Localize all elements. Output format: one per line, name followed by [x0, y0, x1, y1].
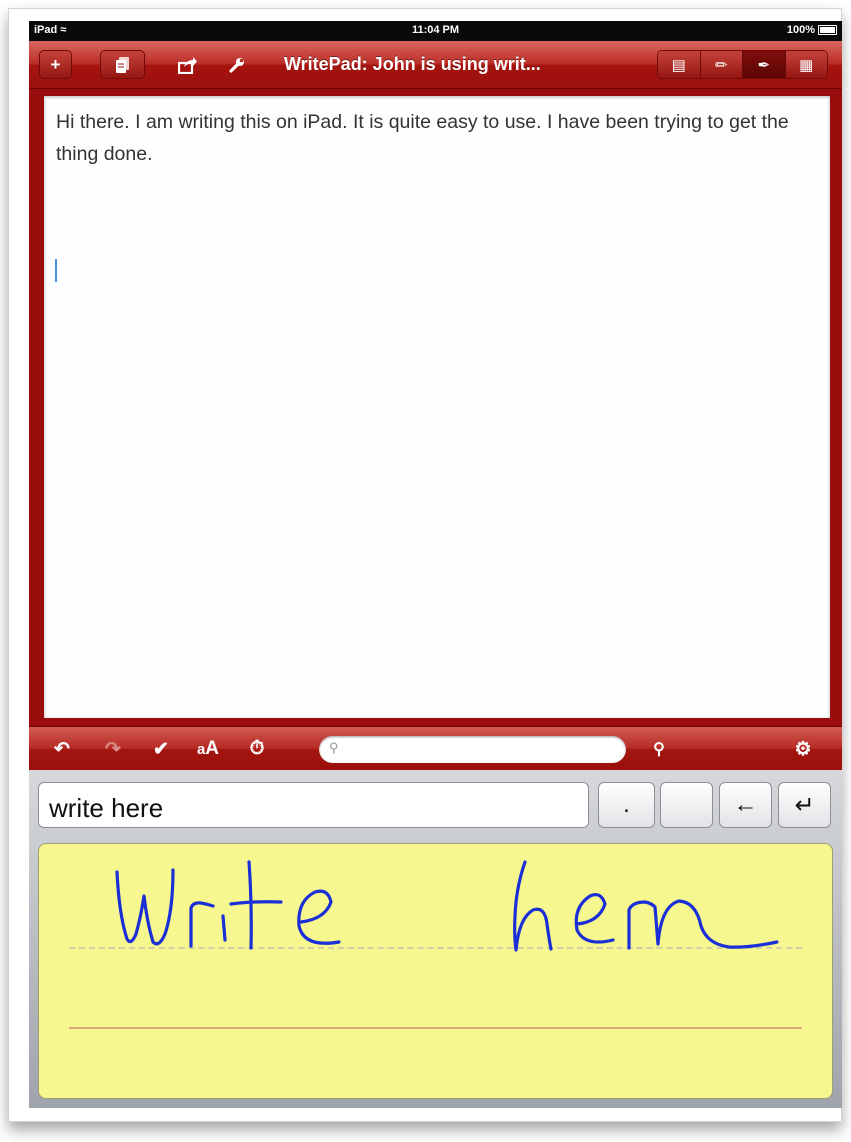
pencil-mode-button[interactable]: ✏ [699, 51, 742, 78]
status-time: 11:04 PM [411, 24, 460, 36]
plus-icon: + [50, 54, 61, 74]
redo-button[interactable]: ↷ [99, 727, 127, 771]
input-mode-selector: ▤ ✏ ✒ ▦ [657, 50, 828, 79]
period-key[interactable]: . [598, 782, 655, 828]
wrench-icon [229, 57, 244, 73]
undo-button[interactable]: ↶ [48, 727, 76, 771]
battery-icon [818, 25, 837, 35]
status-bar: iPad ≈ 11:04 PM 100% [29, 21, 842, 41]
timer-button[interactable]: ⏱ [243, 727, 271, 771]
share-icon [178, 56, 197, 74]
timer-icon: ⏱ [249, 738, 265, 759]
undo-icon: ↶ [54, 738, 70, 760]
new-document-button[interactable]: + [39, 50, 72, 79]
handwriting-ink [115, 860, 779, 952]
search-input[interactable] [347, 740, 616, 761]
page-icon: ▤ [671, 56, 686, 74]
keyboard-grid-icon: ▦ [799, 56, 814, 74]
redo-icon: ↷ [105, 738, 121, 760]
battery-percent: 100% [786, 24, 815, 36]
recognized-text-field[interactable]: write here [38, 782, 589, 828]
search-button[interactable]: ⚲ [645, 727, 673, 771]
pen-mode-button[interactable]: ✒ [742, 51, 785, 78]
top-toolbar: + WritePad: John is using writ... ▤ ✏ ✒ … [29, 41, 842, 89]
gear-icon: ⚙ [794, 738, 812, 760]
font-size-button[interactable]: aA [193, 727, 223, 771]
editor-text: Hi there. I am writing this on iPad. It … [56, 111, 789, 165]
pen-tip-icon: ✒ [757, 56, 771, 74]
handwriting-pad[interactable] [38, 843, 833, 1099]
keyboard-mode-button[interactable]: ▦ [784, 51, 827, 78]
ipad-screen: iPad ≈ 11:04 PM 100% + WritePad: John is… [29, 21, 842, 1108]
text-editor[interactable]: Hi there. I am writing this on iPad. It … [44, 96, 830, 718]
return-icon: ↵ [794, 791, 815, 819]
backspace-arrow-icon: ← [733, 791, 758, 818]
font-size-icon: aA [196, 738, 220, 759]
spellcheck-button[interactable]: ✔ [147, 727, 175, 771]
share-button[interactable] [174, 50, 202, 79]
documents-button[interactable] [100, 50, 145, 79]
edit-toolbar: ↶ ↷ ✔ aA ⏱ ⚲ ⚲ ⚙ [29, 726, 842, 771]
space-key[interactable] [660, 782, 713, 828]
document-title[interactable]: WritePad: John is using writ... [284, 54, 541, 75]
options-button[interactable]: ⚙ [788, 727, 818, 771]
battery-status: 100% [787, 24, 837, 36]
handwriting-panel: write here . ← ↵ [29, 770, 842, 1108]
search-icon: ⚲ [653, 741, 665, 758]
search-field[interactable]: ⚲ [319, 736, 626, 763]
settings-button[interactable] [224, 50, 250, 79]
check-icon: ✔ [153, 738, 169, 760]
text-cursor [55, 259, 57, 282]
return-key[interactable]: ↵ [778, 782, 831, 828]
page-mode-button[interactable]: ▤ [658, 51, 700, 78]
backspace-key[interactable]: ← [719, 782, 772, 828]
search-field-icon: ⚲ [329, 740, 339, 755]
documents-icon [115, 56, 129, 73]
pencil-icon: ✏ [714, 56, 728, 74]
